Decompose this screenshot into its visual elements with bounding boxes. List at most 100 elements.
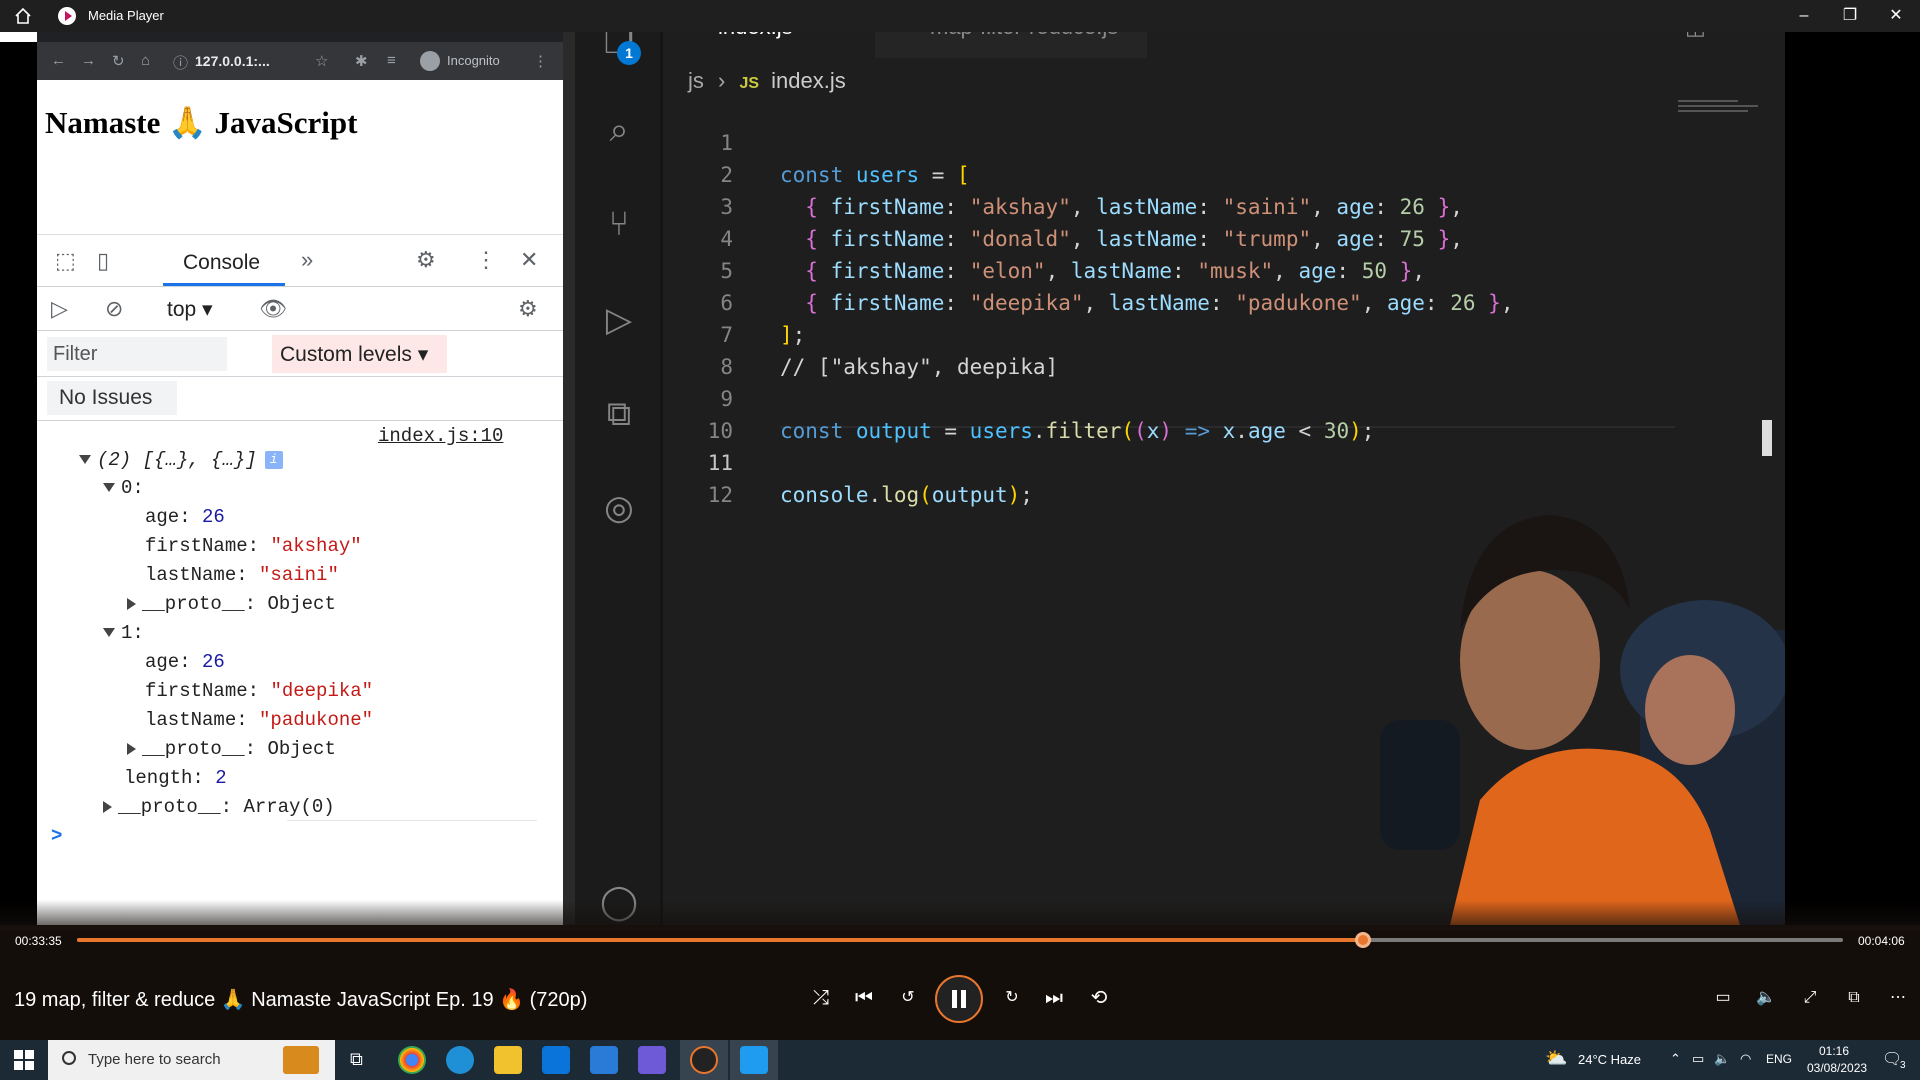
home-icon[interactable]: ⌂ [141, 52, 150, 69]
elapsed-time: 00:33:35 [15, 934, 62, 948]
start-windows-icon[interactable] [14, 1050, 34, 1070]
power-automate-icon[interactable] [638, 1046, 666, 1074]
settings-gear-icon[interactable]: ⚙ [416, 247, 436, 273]
repeat-icon[interactable]: ⟲ [1083, 982, 1115, 1014]
issues-button[interactable]: No Issues [47, 381, 177, 415]
chrome-icon[interactable] [398, 1046, 426, 1074]
clock-time[interactable]: 01:16 [1819, 1044, 1849, 1058]
restore-icon[interactable]: ❐ [1832, 5, 1868, 27]
prop-firstname: firstName: "akshay" [145, 535, 362, 557]
prop-value: "padukone" [259, 709, 374, 731]
expand-triangle-icon[interactable] [103, 628, 115, 638]
item-index: 0: [121, 477, 144, 499]
array-proto-row[interactable]: __proto__: Array(0) [103, 796, 335, 818]
previous-icon[interactable]: ⏮ [848, 982, 880, 1014]
network-icon[interactable]: ▭ [1692, 1051, 1704, 1067]
close-icon[interactable]: ✕ [1878, 5, 1914, 27]
shuffle-icon[interactable]: ⤮ [805, 982, 837, 1014]
devtools-main-toolbar: ⬚ ▯ Console » ⚙ ⋮ ✕ [37, 235, 563, 287]
collapse-triangle-icon[interactable] [127, 597, 136, 610]
tray-expand-icon[interactable]: ⌃ [1670, 1051, 1681, 1067]
incognito-label[interactable]: Incognito [447, 53, 500, 68]
source-control-icon[interactable]: ⑂ [597, 202, 641, 246]
code-line: 2 { firstName: "akshay", lastName: "sain… [663, 127, 1463, 219]
search-highlight-icon[interactable] [283, 1046, 319, 1074]
reading-list-icon[interactable]: ≡ [387, 52, 396, 69]
media-player-taskbar-icon[interactable] [690, 1046, 718, 1074]
seek-bar[interactable] [77, 932, 1843, 948]
skip-back-10-icon[interactable]: ↺ [892, 982, 924, 1014]
language-indicator[interactable]: ENG [1766, 1052, 1792, 1066]
clock-date[interactable]: 03/08/2023 [1807, 1061, 1867, 1075]
browser-menu-icon[interactable]: ⋮ [533, 52, 548, 70]
subtitles-icon[interactable]: ▭ [1707, 982, 1739, 1014]
home-icon[interactable] [14, 7, 32, 25]
code-line: 10 [663, 383, 739, 443]
breadcrumb-folder[interactable]: js [688, 68, 704, 93]
bookmark-star-icon[interactable]: ☆ [315, 52, 328, 70]
git-graph-icon[interactable]: ◎ [597, 486, 641, 530]
media-player-titlebar: Media Player – ❐ ✕ [0, 0, 1920, 32]
item-1-row[interactable]: 1: [103, 622, 144, 644]
collapse-triangle-icon[interactable] [127, 742, 136, 755]
store-icon[interactable] [542, 1046, 570, 1074]
reload-icon[interactable]: ↻ [112, 52, 125, 70]
context-selector[interactable]: top ▾ [167, 297, 213, 322]
expand-triangle-icon[interactable] [79, 455, 91, 465]
vscode-taskbar-icon[interactable] [740, 1046, 768, 1074]
code-line: 9 const output = users.filter((x) => x.a… [663, 351, 1374, 443]
minimap[interactable] [1678, 100, 1758, 124]
weather-text[interactable]: 24°C Haze [1578, 1052, 1641, 1067]
live-expression-eye-icon[interactable]: 👁 [259, 296, 287, 322]
show-sidebar-icon[interactable]: ▷ [51, 296, 68, 322]
clear-console-icon[interactable]: ⊘ [105, 296, 123, 322]
minimize-icon[interactable]: – [1786, 5, 1822, 27]
forward-icon[interactable]: → [81, 52, 96, 69]
code-line: 3 { firstName: "donald", lastName: "trum… [663, 159, 1463, 251]
site-info-icon[interactable]: ⓘ [173, 52, 188, 73]
more-options-icon[interactable]: ⋯ [1882, 982, 1914, 1014]
inspect-element-icon[interactable]: ⬚ [55, 248, 76, 274]
skip-forward-30-icon[interactable]: ↻ [996, 982, 1028, 1014]
source-link[interactable]: index.js:10 [378, 425, 503, 447]
next-icon[interactable]: ⏭ [1038, 982, 1070, 1014]
console-prompt[interactable]: > [51, 825, 62, 847]
devtools-menu-icon[interactable]: ⋮ [475, 247, 497, 273]
code-editor[interactable]: 1 const users = [ 2 { firstName: "akshay… [663, 95, 1785, 507]
filter-input[interactable]: Filter [47, 337, 227, 371]
weather-icon[interactable]: ⛅ [1545, 1048, 1567, 1069]
tab-console[interactable]: Console [183, 251, 260, 275]
extensions-icon[interactable]: ⧉ [597, 392, 641, 436]
more-tabs-icon[interactable]: » [301, 247, 313, 273]
volume-icon[interactable]: 🔈 [1750, 982, 1782, 1014]
file-explorer-icon[interactable] [494, 1046, 522, 1074]
device-toolbar-icon[interactable]: ▯ [97, 248, 109, 274]
url-field[interactable]: 127.0.0.1:... [195, 49, 315, 73]
search-icon[interactable]: ⌕ [597, 108, 641, 152]
array-summary-row[interactable]: (2) [{…}, {…}] i [79, 449, 283, 471]
fullscreen-icon[interactable]: ⤢ [1794, 982, 1826, 1014]
task-view-icon[interactable]: ⧉ [350, 1049, 363, 1070]
speaker-icon[interactable]: 🔈 [1714, 1051, 1730, 1067]
edge-icon[interactable] [446, 1046, 474, 1074]
item-0-row[interactable]: 0: [103, 477, 144, 499]
extensions-icon[interactable]: ✱ [355, 52, 368, 70]
console-settings-gear-icon[interactable]: ⚙ [518, 296, 538, 322]
mini-player-icon[interactable]: ⧉ [1838, 982, 1870, 1014]
pause-button[interactable] [935, 975, 983, 1023]
mail-icon[interactable] [590, 1046, 618, 1074]
prop-key: __proto__ [142, 593, 245, 615]
wifi-icon[interactable]: ◠ [1740, 1051, 1751, 1067]
seek-thumb[interactable] [1354, 932, 1371, 948]
back-icon[interactable]: ← [51, 52, 66, 69]
breadcrumb-file[interactable]: index.js [771, 68, 846, 93]
expand-triangle-icon[interactable] [103, 483, 115, 493]
code-line: 8 [663, 319, 739, 379]
proto-row[interactable]: __proto__: Object [127, 593, 336, 615]
log-levels-dropdown[interactable]: Custom levels ▾ [272, 335, 447, 373]
taskbar-search-box[interactable]: Type here to search [48, 1040, 335, 1080]
run-debug-icon[interactable]: ▷ [597, 298, 641, 342]
proto-row[interactable]: __proto__: Object [127, 738, 336, 760]
collapse-triangle-icon[interactable] [103, 800, 112, 813]
close-devtools-icon[interactable]: ✕ [520, 247, 538, 273]
